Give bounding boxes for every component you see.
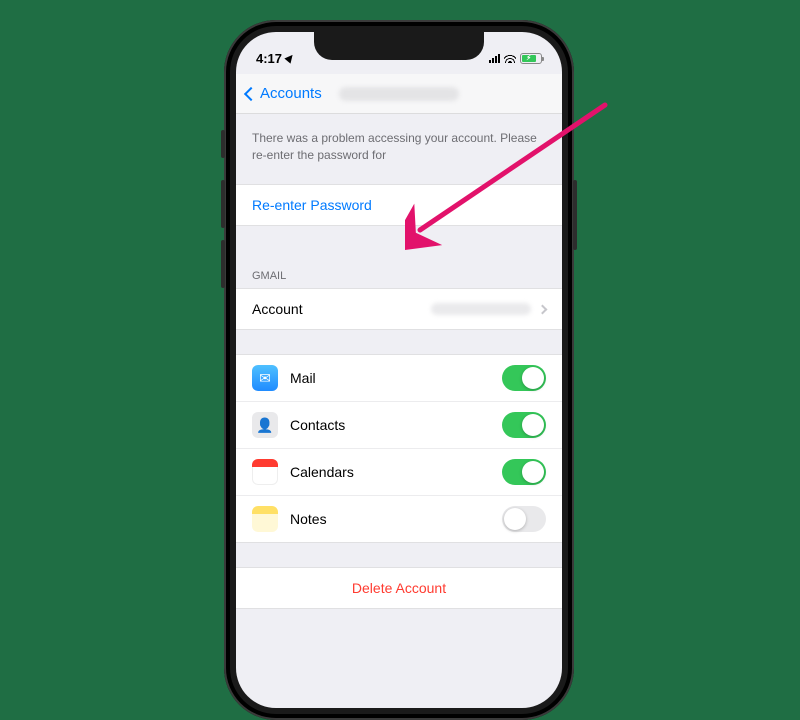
location-icon: [284, 52, 295, 63]
nav-title-redacted: [339, 87, 459, 101]
delete-account-label: Delete Account: [352, 580, 446, 596]
notes-toggle[interactable]: [502, 506, 546, 532]
service-label: Calendars: [290, 464, 490, 480]
wifi-icon: [504, 54, 516, 63]
service-row-notes: Notes: [236, 496, 562, 543]
service-label: Contacts: [290, 417, 490, 433]
mail-icon: ✉: [252, 365, 278, 391]
reenter-password-label: Re-enter Password: [252, 197, 372, 213]
calendars-icon: [252, 459, 278, 485]
mail-toggle[interactable]: [502, 365, 546, 391]
chevron-left-icon: [244, 86, 258, 100]
service-label: Notes: [290, 511, 490, 527]
power-button: [573, 180, 577, 250]
back-button[interactable]: Accounts: [246, 85, 322, 102]
account-value-redacted: [431, 303, 531, 315]
contacts-icon: 👤: [252, 412, 278, 438]
back-label: Accounts: [260, 85, 322, 102]
notch: [314, 32, 484, 60]
side-button: [221, 130, 225, 158]
navigation-bar: Accounts: [236, 74, 562, 114]
services-group: ✉ Mail 👤 Contacts Calendars Notes: [236, 354, 562, 543]
charging-icon: ⚡︎: [526, 55, 531, 62]
contacts-toggle[interactable]: [502, 412, 546, 438]
service-row-calendars: Calendars: [236, 449, 562, 496]
chevron-right-icon: [538, 304, 548, 314]
volume-up-button: [221, 180, 225, 228]
battery-icon: ⚡︎: [520, 53, 542, 64]
notes-icon: [252, 506, 278, 532]
volume-down-button: [221, 240, 225, 288]
account-row[interactable]: Account: [236, 288, 562, 330]
status-time: 4:17: [256, 51, 282, 66]
service-row-contacts: 👤 Contacts: [236, 402, 562, 449]
cellular-signal-icon: [489, 54, 500, 63]
account-row-label: Account: [252, 301, 303, 317]
phone-screen: 4:17 ⚡︎ Accounts: [236, 32, 562, 708]
account-error-message: There was a problem accessing your accou…: [236, 114, 562, 184]
service-row-mail: ✉ Mail: [236, 354, 562, 402]
calendars-toggle[interactable]: [502, 459, 546, 485]
reenter-password-row[interactable]: Re-enter Password: [236, 184, 562, 226]
phone-device-frame: 4:17 ⚡︎ Accounts: [224, 20, 574, 720]
service-label: Mail: [290, 370, 490, 386]
gmail-section-header: GMAIL: [236, 250, 562, 288]
delete-account-button[interactable]: Delete Account: [236, 567, 562, 609]
